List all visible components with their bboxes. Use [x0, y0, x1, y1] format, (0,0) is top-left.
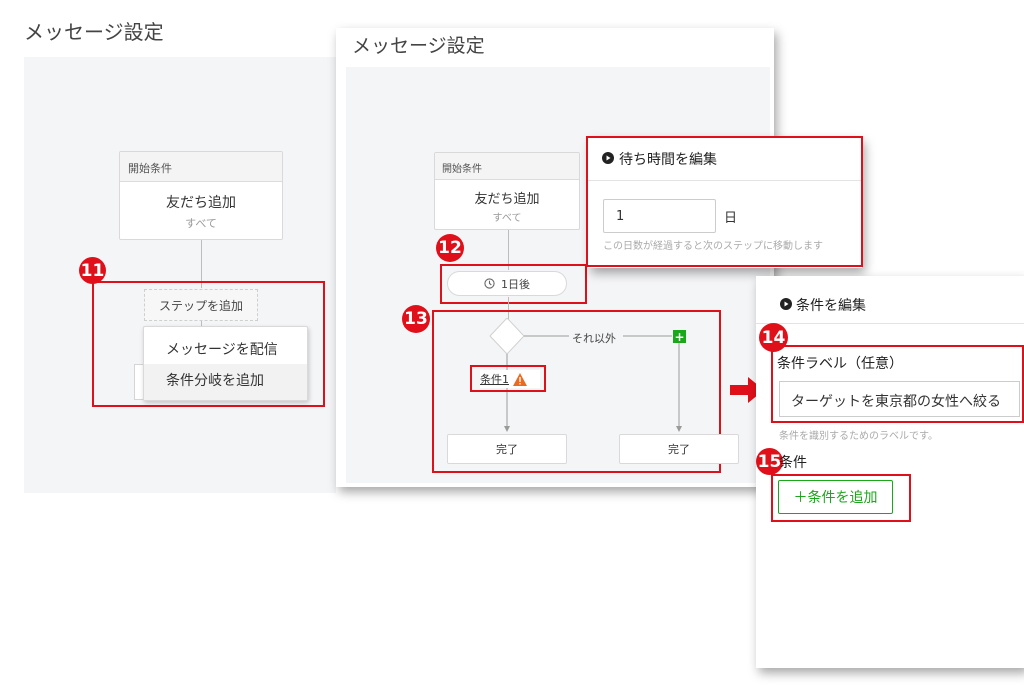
menu-item-send-message[interactable]: メッセージを配信	[166, 339, 278, 359]
warning-icon	[513, 372, 527, 386]
clock-icon	[484, 278, 495, 289]
start-sub: すべて	[185, 217, 217, 230]
add-step-menu: メッセージを配信 条件分岐を追加	[143, 326, 308, 401]
start-title: 友だち追加	[474, 192, 540, 207]
condition-edit-panel: 条件を編集	[756, 276, 1024, 668]
badge-11: 11	[79, 257, 106, 284]
add-else-plus-icon[interactable]: +	[673, 330, 686, 343]
else-label: それ以外	[572, 332, 616, 345]
condition-section-title: 条件	[779, 455, 807, 471]
badge-13: 13	[402, 305, 430, 333]
panel1-canvas	[24, 57, 336, 493]
condition-label-title: 条件ラベル（任意）	[777, 356, 903, 372]
start-header: 開始条件	[435, 153, 579, 180]
start-header: 開始条件	[120, 152, 282, 182]
wait-label: 1日後	[501, 277, 530, 291]
add-step-button[interactable]: ステップを追加	[144, 289, 258, 321]
start-sub: すべて	[492, 213, 522, 224]
play-circle-icon	[780, 298, 792, 310]
condition-panel-title: 条件を編集	[796, 298, 866, 314]
panel1-title: メッセージ設定	[24, 20, 164, 44]
done-node-left[interactable]: 完了	[447, 434, 567, 464]
annotation-box-wait	[586, 136, 863, 267]
panel1-start-node[interactable]: 開始条件 友だち追加 すべて	[119, 151, 283, 240]
wait-step-pill[interactable]: 1日後	[447, 271, 567, 296]
add-condition-button[interactable]: ＋条件を追加	[778, 480, 893, 514]
done-node-right[interactable]: 完了	[619, 434, 739, 464]
panel2-start-node[interactable]: 開始条件 友だち追加 すべて	[434, 152, 580, 230]
condition-label-input[interactable]: ターゲットを東京都の女性へ絞る	[779, 381, 1020, 417]
start-title: 友だち追加	[166, 195, 236, 211]
panel2-title: メッセージ設定	[352, 35, 485, 57]
badge-12: 12	[436, 234, 464, 262]
condition-label-hint: 条件を識別するためのラベルです。	[779, 431, 938, 442]
condition-label: 条件1	[480, 373, 509, 386]
menu-item-add-branch[interactable]: 条件分岐を追加	[166, 370, 264, 390]
condition-node[interactable]: 条件1	[480, 370, 540, 388]
